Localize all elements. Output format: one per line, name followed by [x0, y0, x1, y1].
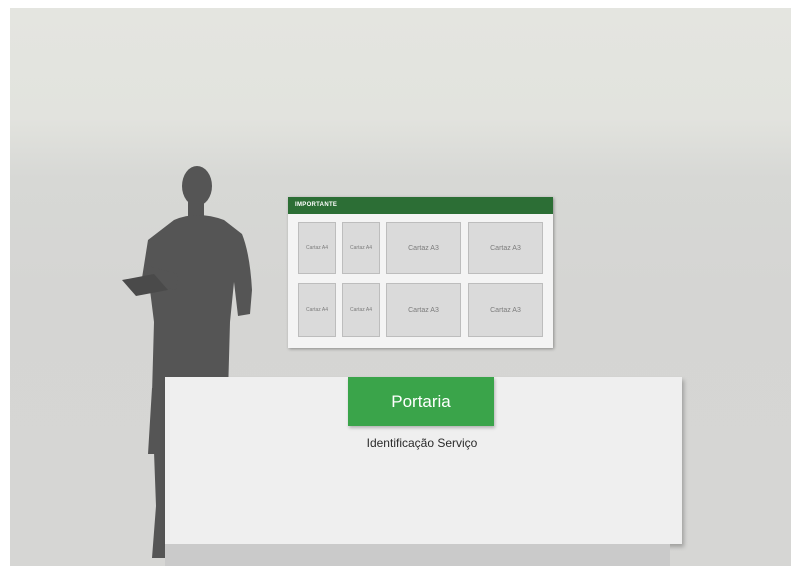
portaria-sign: Portaria — [348, 377, 494, 426]
poster-a3: Cartaz A3 — [468, 222, 543, 274]
poster-a4: Cartaz A4 — [342, 283, 380, 337]
poster-a3: Cartaz A3 — [386, 222, 461, 274]
poster-a3: Cartaz A3 — [468, 283, 543, 337]
poster-a4: Cartaz A4 — [298, 222, 336, 274]
notice-board: IMPORTANTE Cartaz A4 Cartaz A4 Cartaz A3… — [288, 197, 553, 348]
board-header: IMPORTANTE — [288, 197, 553, 214]
poster-a3: Cartaz A3 — [386, 283, 461, 337]
poster-a4: Cartaz A4 — [298, 283, 336, 337]
service-identification-label: Identificação Serviço — [366, 436, 478, 450]
poster-a4: Cartaz A4 — [342, 222, 380, 274]
counter-base — [165, 544, 670, 566]
